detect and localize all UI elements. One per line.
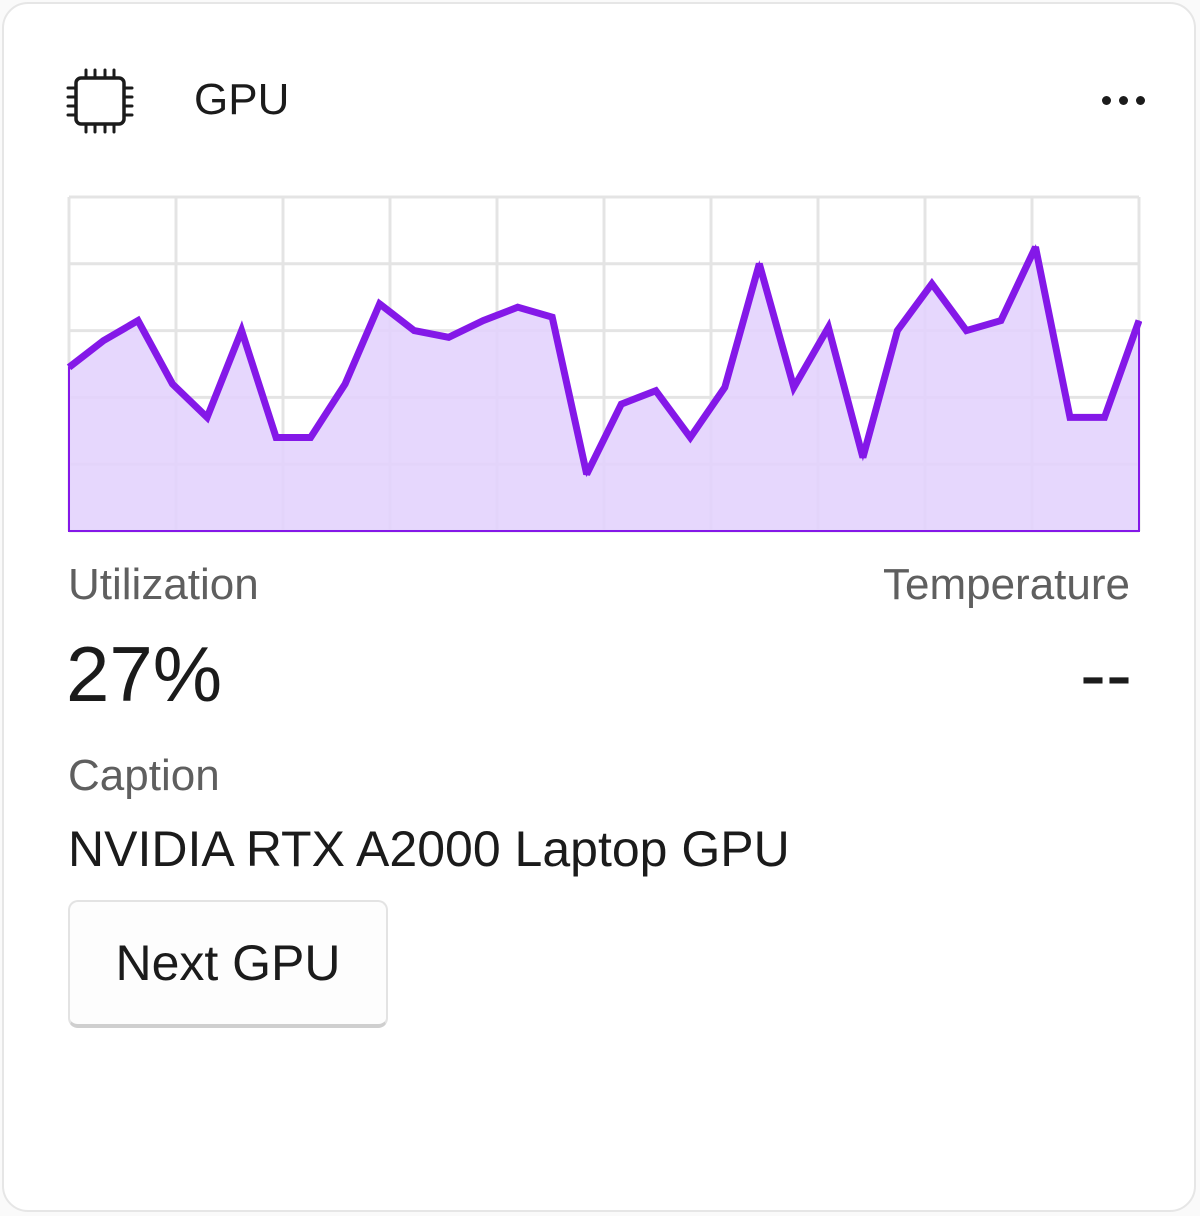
- temperature-label: Temperature: [882, 560, 1130, 609]
- gpu-name: NVIDIA RTX A2000 Laptop GPU: [68, 821, 790, 877]
- more-horizontal-icon-dot: [1135, 95, 1145, 105]
- widget-title: GPU: [194, 75, 290, 124]
- chip-icon: [66, 68, 134, 134]
- caption-label: Caption: [68, 751, 220, 800]
- more-options-button[interactable]: [1086, 78, 1160, 122]
- more-horizontal-icon-dot: [1118, 95, 1128, 105]
- utilization-value: 27%: [66, 630, 223, 718]
- gpu-widget: GPU Utilization Temperature 27% -- Capti…: [2, 2, 1196, 1212]
- temperature-value: --: [1080, 630, 1132, 718]
- next-gpu-button[interactable]: Next GPU: [68, 900, 388, 1028]
- utilization-chart: [66, 195, 1142, 533]
- more-horizontal-icon: [1101, 95, 1111, 105]
- utilization-label: Utilization: [68, 560, 259, 609]
